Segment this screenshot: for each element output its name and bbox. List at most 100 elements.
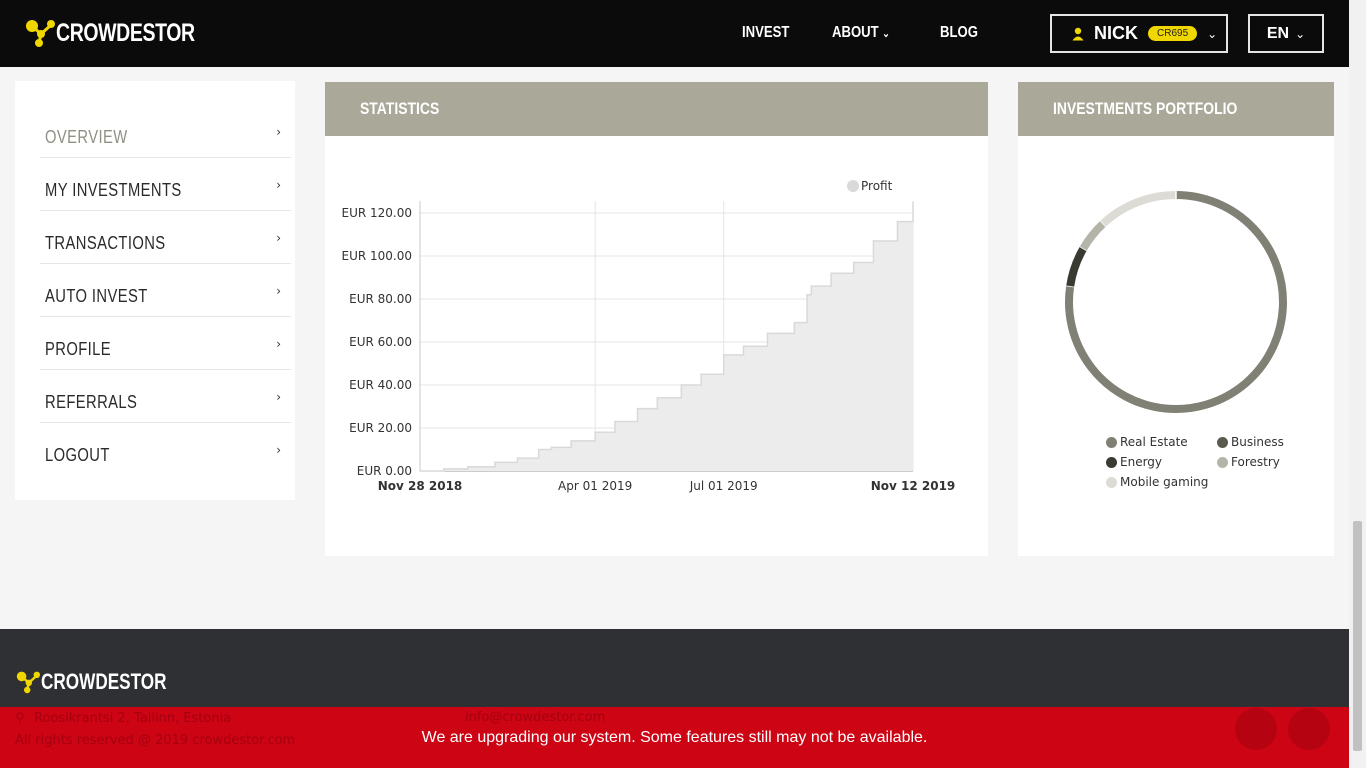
sidebar-item-label: MY INVESTMENTS xyxy=(45,180,182,200)
profit-point xyxy=(766,332,769,335)
language-label: EN xyxy=(1266,24,1290,42)
maintenance-message: We are upgrading our system. Some featur… xyxy=(421,729,928,746)
profit-point xyxy=(636,407,639,410)
legend-label: Forestry xyxy=(1231,455,1280,469)
x-tick-label: Nov 12 2019 xyxy=(871,479,956,493)
profit-point xyxy=(516,457,519,459)
page-scrollbar[interactable] xyxy=(1349,0,1366,768)
legend-label: Energy xyxy=(1120,455,1163,469)
profit-point xyxy=(537,448,540,451)
profit-point xyxy=(419,470,421,472)
legend-label-profit: Profit xyxy=(861,179,893,193)
top-navbar: CROWDESTOR INVEST ABOUT ⌄ BLOG NICK CR69… xyxy=(0,0,1349,67)
statistics-title: STATISTICS xyxy=(360,99,440,118)
profit-point xyxy=(656,397,659,399)
sidebar-item-label: LOGOUT xyxy=(45,445,110,465)
language-selector[interactable]: EN ⌄ xyxy=(1248,14,1324,53)
legend-label: Business xyxy=(1231,435,1284,449)
profit-point xyxy=(793,321,796,324)
sidebar-item-logout[interactable]: LOGOUT › xyxy=(40,423,291,476)
legend-item-mobile-gaming[interactable]: Mobile gaming xyxy=(1106,475,1208,489)
portfolio-header: INVESTMENTS PORTFOLIO xyxy=(1018,82,1334,136)
statistics-header: STATISTICS xyxy=(325,82,988,136)
sidebar-item-my-investments[interactable]: MY INVESTMENTS › xyxy=(40,158,291,211)
chevron-down-icon: ⌄ xyxy=(1207,26,1218,41)
chevron-down-icon: ⌄ xyxy=(1295,26,1306,41)
portfolio-panel: INVESTMENTS PORTFOLIO Real Estate Busine… xyxy=(1018,82,1334,556)
profit-chart: EUR 0.00 EUR 20.00 EUR 40.00 EUR 60.00 EUR 8… xyxy=(341,179,956,493)
donut-slice-energy xyxy=(1066,246,1087,287)
sidebar-item-label: TRANSACTIONS xyxy=(45,233,166,253)
sidebar-item-auto-invest[interactable]: AUTO INVEST › xyxy=(40,264,291,317)
chevron-right-icon: › xyxy=(276,178,281,192)
sidebar-item-transactions[interactable]: TRANSACTIONS › xyxy=(40,211,291,264)
footer-address: Roosikrantsi 2, Tallinn, Estonia xyxy=(34,711,232,726)
user-icon xyxy=(1072,27,1084,40)
profit-point xyxy=(443,468,445,470)
statistics-panel: STATISTICS EUR 0.00 EUR 20.00 EUR 40.00 EUR… xyxy=(325,82,988,556)
legend-swatch-profit xyxy=(847,180,859,192)
dashboard-sidebar: OVERVIEW › MY INVESTMENTS › TRANSACTIONS… xyxy=(15,81,295,500)
user-name: NICK xyxy=(1094,23,1138,43)
logo-molecule-icon xyxy=(26,20,55,47)
profit-point xyxy=(742,345,745,348)
profit-point xyxy=(896,220,899,223)
donut-slice-mobile-gaming xyxy=(1100,191,1177,227)
footer-email[interactable]: info@crowdestor.com xyxy=(465,710,605,725)
chevron-right-icon: › xyxy=(276,337,281,351)
sidebar-item-label: AUTO INVEST xyxy=(45,286,148,306)
portfolio-donut-chart xyxy=(1065,191,1287,413)
profit-point xyxy=(810,285,813,287)
chevron-right-icon: › xyxy=(276,125,281,139)
chevron-right-icon: › xyxy=(276,443,281,457)
profit-point xyxy=(570,440,572,442)
profit-point xyxy=(594,431,596,434)
brand-name: CROWDESTOR xyxy=(56,18,195,47)
chevron-right-icon: › xyxy=(276,231,281,245)
y-tick-label: EUR 120.00 xyxy=(341,206,412,220)
donut-slice-forestry xyxy=(1079,220,1107,251)
scrollbar-thumb[interactable] xyxy=(1353,521,1362,751)
nav-link-about-label: ABOUT xyxy=(832,24,879,41)
user-id-badge: CR695 xyxy=(1148,26,1198,41)
profit-point xyxy=(806,293,808,296)
sidebar-item-profile[interactable]: PROFILE › xyxy=(40,317,291,370)
chevron-right-icon: › xyxy=(276,390,281,404)
y-tick-label: EUR 60.00 xyxy=(349,335,412,349)
logo-molecule-icon xyxy=(16,671,40,694)
nav-link-blog[interactable]: BLOG xyxy=(940,24,978,42)
legend-swatch xyxy=(1217,456,1228,468)
portfolio-title: INVESTMENTS PORTFOLIO xyxy=(1053,99,1238,118)
sidebar-item-overview[interactable]: OVERVIEW › xyxy=(40,105,291,158)
footer-brand-name: CROWDESTOR xyxy=(41,669,167,694)
legend-swatch xyxy=(1217,436,1228,448)
profit-point xyxy=(680,384,683,386)
profit-point xyxy=(550,446,553,449)
legend-item-real-estate[interactable]: Real Estate xyxy=(1106,435,1188,449)
nav-link-about[interactable]: ABOUT ⌄ xyxy=(832,24,890,42)
user-menu-button[interactable]: NICK CR695 ⌄ xyxy=(1050,14,1228,53)
legend-label: Mobile gaming xyxy=(1120,475,1209,489)
brand-logo[interactable]: CROWDESTOR xyxy=(24,18,234,48)
profit-point xyxy=(467,465,469,468)
legend-item-business[interactable]: Business xyxy=(1217,435,1284,449)
legend-label: Real Estate xyxy=(1120,435,1188,449)
profit-point xyxy=(614,420,616,423)
legend-item-forestry[interactable]: Forestry xyxy=(1217,455,1280,469)
profit-point xyxy=(912,201,914,204)
profit-point xyxy=(722,354,725,356)
profit-point xyxy=(852,261,855,264)
legend-item-energy[interactable]: Energy xyxy=(1106,455,1162,469)
x-tick-label: Nov 28 2018 xyxy=(378,479,463,493)
y-tick-label: EUR 100.00 xyxy=(341,249,412,263)
location-pin-icon: ⚲ xyxy=(15,711,25,726)
sidebar-item-label: REFERRALS xyxy=(45,392,138,412)
sidebar-item-referrals[interactable]: REFERRALS › xyxy=(40,370,291,423)
y-tick-label: EUR 0.00 xyxy=(357,464,412,478)
sidebar-item-label: PROFILE xyxy=(45,339,112,359)
footer-brand-logo[interactable]: CROWDESTOR xyxy=(15,669,202,695)
profit-point xyxy=(700,373,702,376)
maintenance-banner: ⚲ Roosikrantsi 2, Tallinn, Estonia All r… xyxy=(0,707,1349,768)
nav-link-invest[interactable]: INVEST xyxy=(742,24,789,42)
chevron-right-icon: › xyxy=(276,284,281,298)
